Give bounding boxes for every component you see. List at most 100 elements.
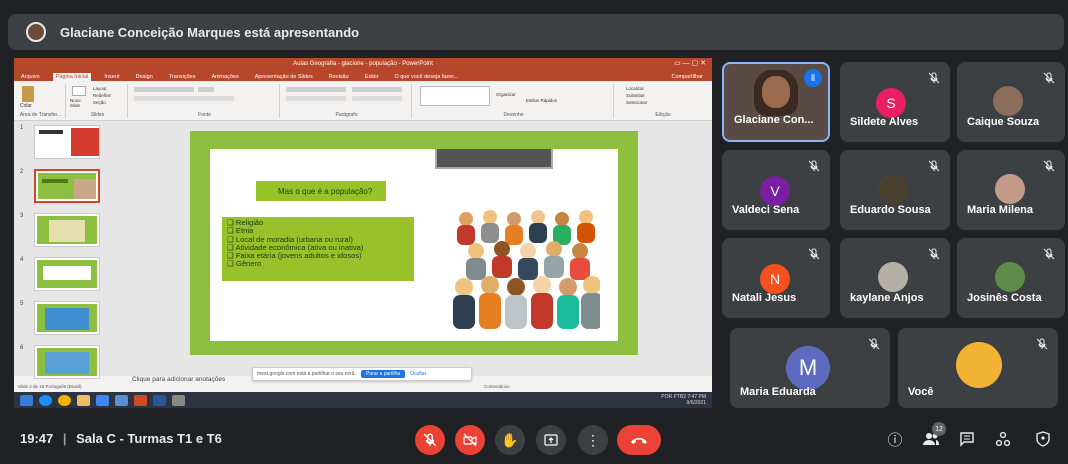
find-label: Localizar — [626, 86, 645, 91]
slide-thumbnails: 1 2 3 4 5 6 — [14, 121, 122, 379]
activities-icon — [995, 431, 1011, 447]
ribbon-group-font: Fonte — [130, 84, 280, 118]
present-button[interactable] — [536, 425, 566, 455]
participant-tile-glaciane[interactable]: ⦀ Glaciane Con... — [722, 62, 830, 142]
slide-thumbnail — [34, 345, 100, 379]
hide-notice-button: Ocultar — [410, 371, 427, 377]
ribbon-caption-clipboard: Área de Transfer... — [19, 112, 62, 118]
mic-off-icon — [1043, 72, 1055, 84]
edge-icon — [39, 394, 52, 406]
slide-thumbnail — [34, 257, 100, 291]
tray-date: 9/6/2021 — [686, 400, 706, 406]
thumb-number: 1 — [20, 125, 24, 131]
participant-avatar: M — [786, 346, 830, 390]
ribbon-caption-editing: Edição — [655, 112, 671, 118]
ppt-ribbon-tabs: Arquivo Página Inicial Inserir Design Tr… — [14, 70, 712, 81]
slide-editor: Mas o que é a população? ❑ Religião ❑ Et… — [122, 121, 712, 376]
share-label: Compartilhar — [671, 74, 703, 80]
people-button[interactable]: 12 — [920, 422, 946, 450]
word-icon — [153, 394, 166, 406]
participant-avatar: V — [760, 176, 790, 206]
select-label: Selecionar — [626, 100, 648, 105]
tab-arquivo: Arquivo — [21, 74, 40, 80]
participant-name: kaylane Anjos — [850, 292, 924, 304]
section-label: Seção — [93, 100, 106, 105]
mic-off-icon — [1043, 248, 1055, 260]
meeting-details-button[interactable]: ⓘ — [884, 428, 906, 450]
mic-toggle-button[interactable] — [415, 425, 445, 455]
current-time: 19:47 — [20, 431, 54, 446]
mic-off-icon — [423, 433, 437, 447]
font-size-box — [198, 87, 214, 92]
slide-question: Mas o que é a população? — [256, 181, 386, 201]
app-icon — [172, 394, 185, 406]
participant-photo — [878, 174, 908, 204]
shared-screen: Aulas Geografia - glacione - população -… — [14, 58, 712, 408]
windows-taskbar: POR PTB2 7:47 PM 9/6/2021 — [14, 392, 712, 408]
chat-icon — [960, 432, 974, 447]
participant-tile-maria-milena[interactable]: Maria Milena — [957, 150, 1065, 230]
slide-thumbnail — [34, 301, 100, 335]
status-left: Slide 2 de 18 Português (Brasil) — [18, 384, 82, 389]
hang-up-icon — [631, 438, 647, 444]
ribbon-caption-font: Fonte — [198, 112, 211, 118]
present-screen-icon — [544, 434, 558, 446]
bullet-item: ❑ Gênero — [227, 259, 262, 269]
participant-tile-natali[interactable]: N Natali Jesus — [722, 238, 830, 318]
reset-label: Redefinir — [93, 93, 112, 98]
participant-avatar: S — [876, 88, 906, 118]
participant-name: Glaciane Con... — [734, 114, 814, 126]
participant-tile-valdeci[interactable]: V Valdeci Sena — [722, 150, 830, 230]
raise-hand-button[interactable]: ✋ — [495, 425, 525, 455]
participant-name: Maria Eduarda — [740, 386, 816, 398]
participant-tile-caique[interactable]: Caique Souza — [957, 62, 1065, 142]
layout-label: Layout — [93, 86, 107, 91]
end-call-button[interactable] — [617, 425, 661, 455]
participant-photo — [995, 174, 1025, 204]
camera-toggle-button[interactable] — [455, 425, 485, 455]
mic-off-icon — [1043, 160, 1055, 172]
participant-photo — [995, 262, 1025, 292]
ppt-body: 1 2 3 4 5 6 Mas o que é a população? ❑ R… — [14, 121, 712, 379]
activities-button[interactable] — [992, 428, 1014, 450]
hand-icon: ✋ — [501, 431, 519, 448]
paste-icon — [22, 86, 34, 102]
stop-sharing-button: Parar a partilha — [360, 370, 406, 378]
participant-tile-josines[interactable]: Josinês Costa — [957, 238, 1065, 318]
thumb-row-3: 3 — [16, 211, 120, 249]
participant-tile-kaylane[interactable]: kaylane Anjos — [840, 238, 950, 318]
tab-apresentacao: Apresentação de Slides — [254, 74, 313, 80]
ribbon-caption-paragraph: Parágrafo — [335, 112, 358, 118]
shapes-gallery — [420, 86, 490, 106]
mic-off-icon — [808, 248, 820, 260]
presenter-avatar — [26, 22, 46, 42]
participant-name: Natali Jesus — [732, 292, 797, 304]
crowd-illustration — [452, 205, 600, 329]
bullet-item: ❑ Religião — [227, 218, 264, 227]
slide-bullet-list: ❑ Religião ❑ Etnia ❑ Local de moradia (u… — [222, 217, 414, 281]
thumb-row-2: 2 — [16, 167, 120, 205]
participant-avatar: N — [760, 264, 790, 294]
powerpoint-icon — [134, 394, 147, 406]
ribbon-group-paragraph: Parágrafo — [282, 84, 412, 118]
ppt-status-bar: Slide 2 de 18 Português (Brasil) Comentá… — [14, 384, 712, 392]
mic-off-icon — [868, 338, 880, 350]
thumb-map — [45, 308, 89, 330]
participant-tile-maria-eduarda[interactable]: M Maria Eduarda — [730, 328, 890, 408]
mail-icon — [96, 394, 109, 406]
thumb-row-5: 5 — [16, 299, 120, 337]
participant-tile-you[interactable]: Você — [898, 328, 1058, 408]
thumb-text-box — [43, 266, 91, 280]
more-options-button[interactable]: ⋮ — [578, 425, 608, 455]
participant-name: Sildete Alves — [850, 116, 919, 128]
participant-tile-sildete[interactable]: S Sildete Alves — [840, 62, 950, 142]
participant-tile-eduardo[interactable]: Eduardo Sousa — [840, 150, 950, 230]
windows-start-icon — [20, 394, 33, 406]
chat-button[interactable] — [956, 428, 978, 450]
participant-name: Valdeci Sena — [732, 204, 800, 216]
store-icon — [115, 394, 128, 406]
host-controls-button[interactable] — [1032, 428, 1054, 450]
tab-inserir: Inserir — [104, 74, 120, 80]
thumb-row-1: 1 — [16, 123, 120, 161]
thumb-row-6: 6 — [16, 343, 120, 381]
